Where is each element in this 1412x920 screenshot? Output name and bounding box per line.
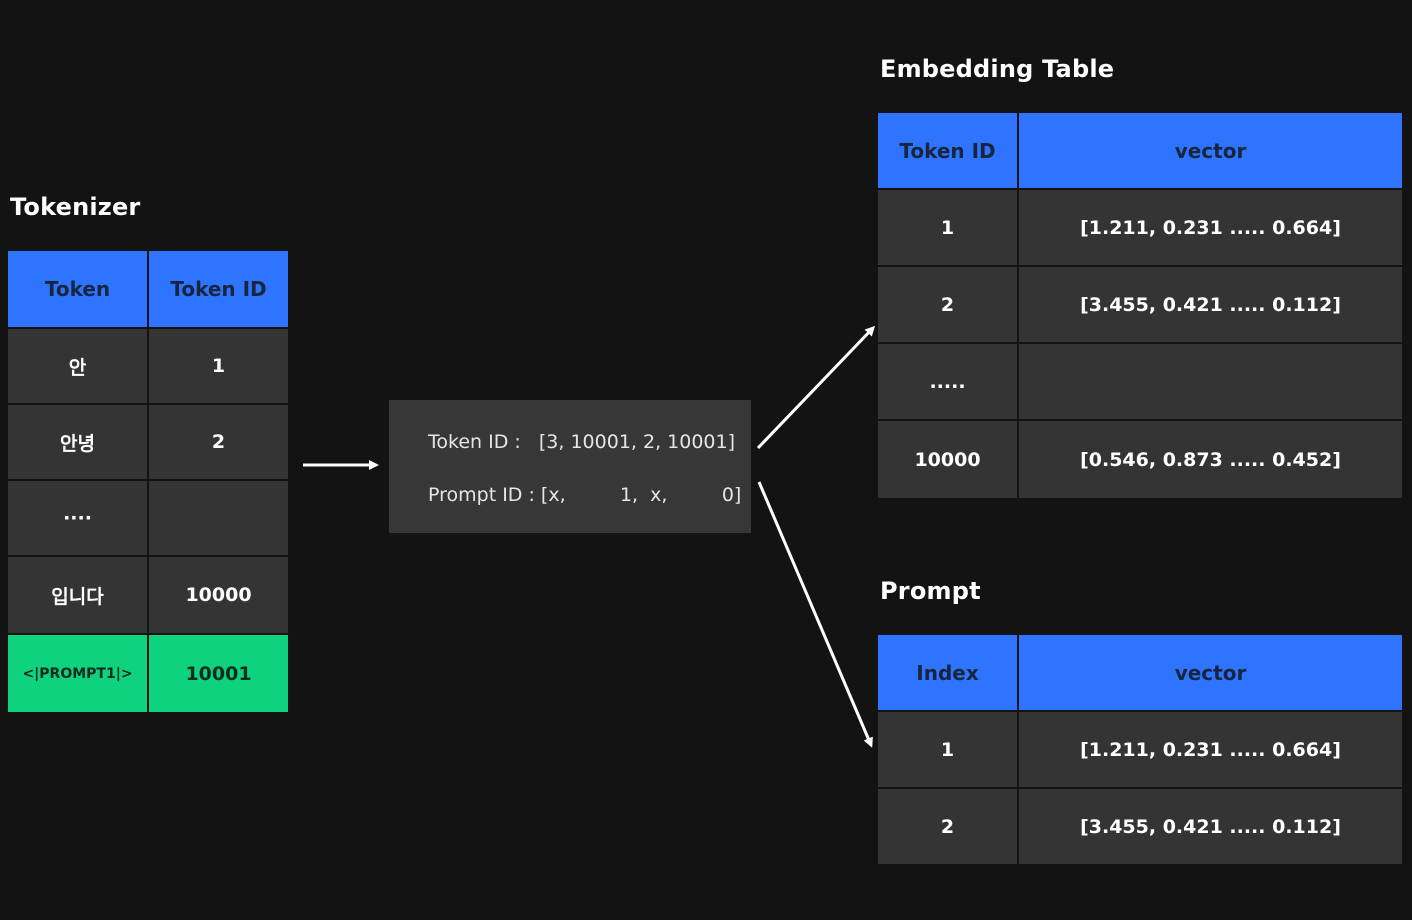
ids-to-prompt-arrow xyxy=(757,481,873,748)
ids-to-embedding-arrow xyxy=(756,325,876,450)
flow-arrows xyxy=(303,325,876,748)
